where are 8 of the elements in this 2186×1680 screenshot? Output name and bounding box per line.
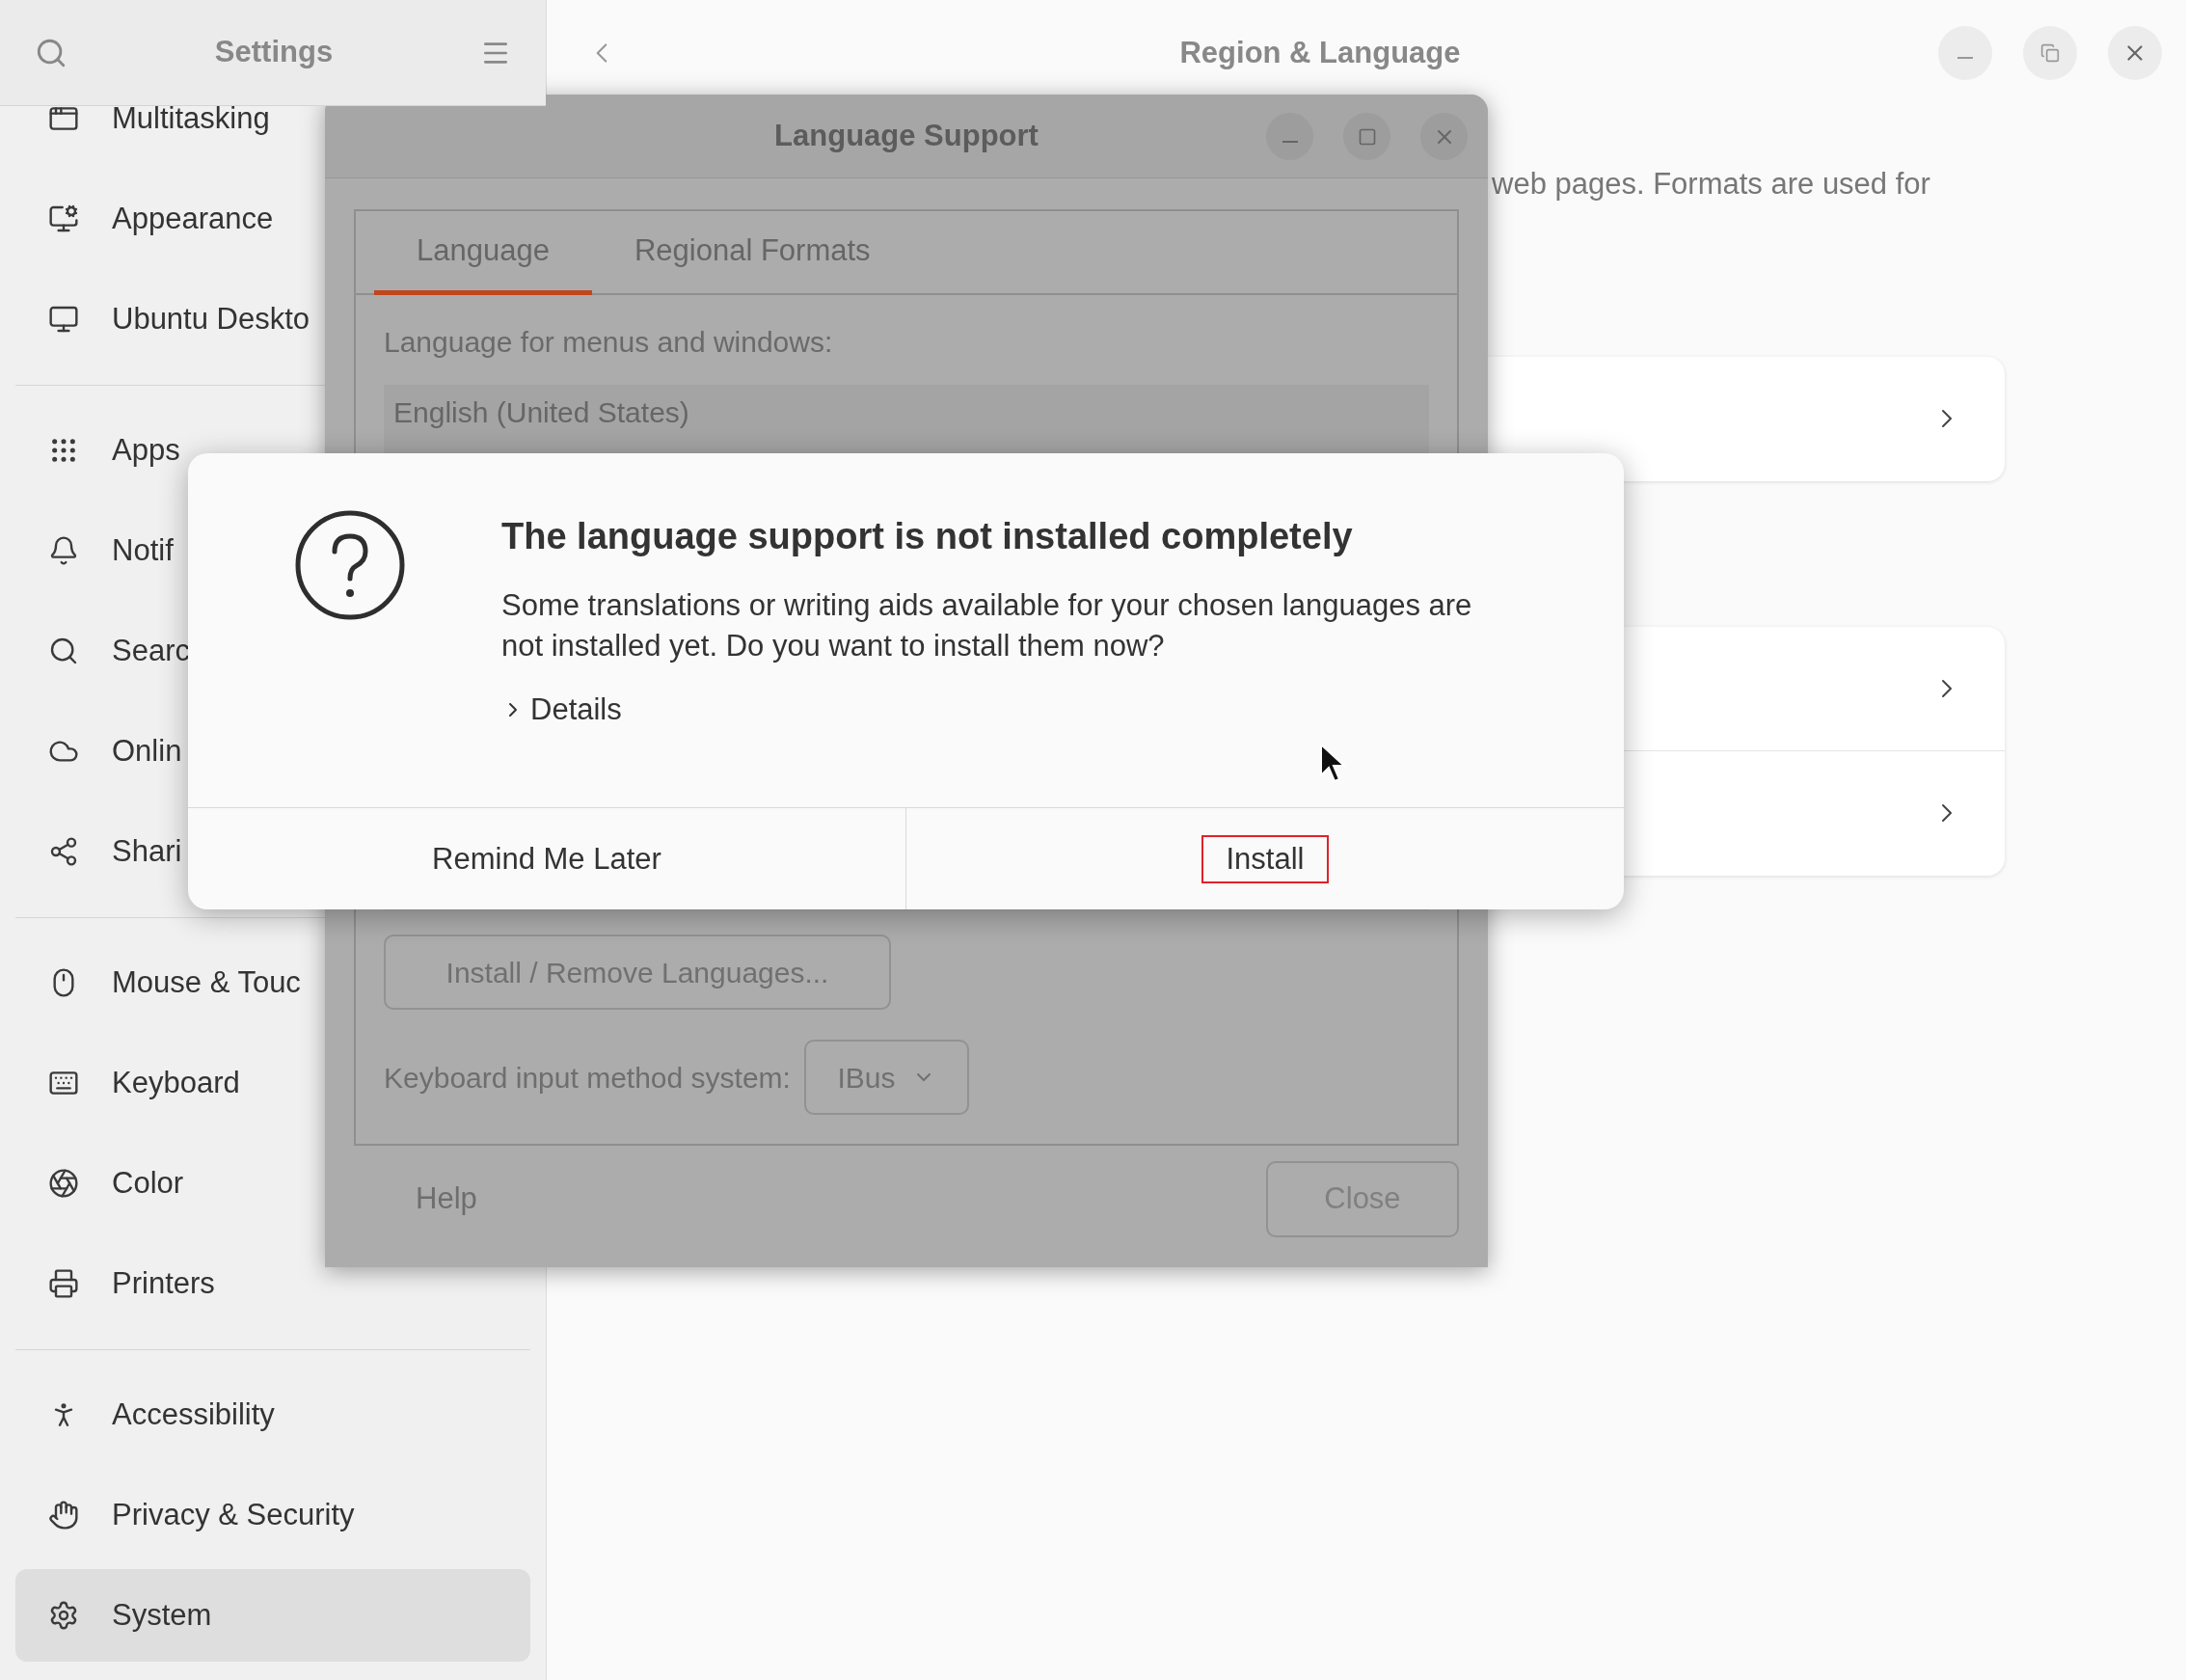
dialog-title: The language support is not installed completely bbox=[501, 515, 1354, 558]
sidebar-title: Settings bbox=[213, 34, 335, 71]
section-label: Language for menus and windows: bbox=[384, 325, 834, 360]
dialog-message: Some translations or writing aids available for your chosen languages are not installed yet. Do you want to install them now? bbox=[501, 587, 1473, 664]
page-title: Region & Language bbox=[1178, 34, 1462, 71]
input-method-label: Keyboard input method system: bbox=[384, 1060, 791, 1096]
window-title: Language Support bbox=[774, 117, 1039, 154]
description-text: web pages. Formats are used for bbox=[1492, 167, 1930, 201]
